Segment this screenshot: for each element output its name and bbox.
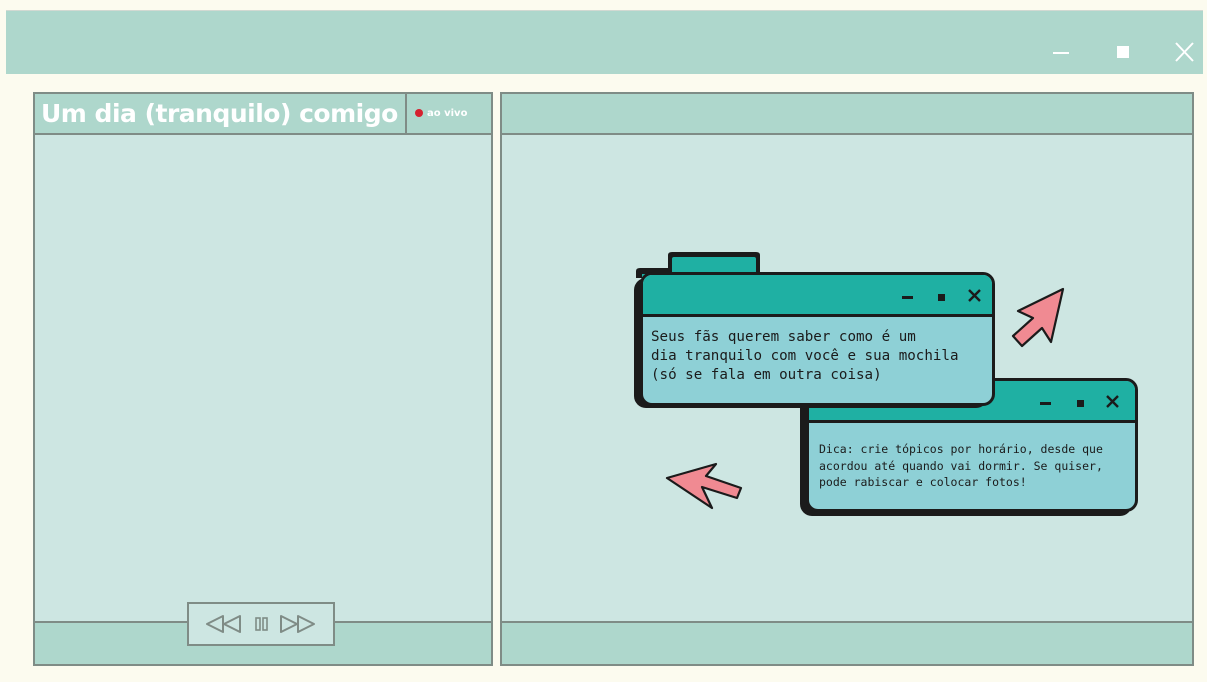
- arrow-cursor-icon: [665, 462, 743, 510]
- close-icon: [1175, 42, 1194, 62]
- main-minimize-button[interactable]: [901, 289, 915, 308]
- rewind-button[interactable]: [205, 614, 243, 638]
- main-popup-window: Seus fãs querem saber como é um dia tran…: [640, 272, 995, 406]
- live-badge: ao vivo: [415, 105, 467, 121]
- content-panel-footer: [502, 621, 1192, 664]
- minimize-icon: [902, 296, 913, 299]
- tip-minimize-button[interactable]: [1039, 395, 1053, 414]
- main-close-button[interactable]: [967, 288, 983, 308]
- stream-panel-header: Um dia (tranquilo) comigo ao vivo: [35, 94, 491, 135]
- tip-maximize-button[interactable]: [1074, 395, 1088, 414]
- player-controls: [187, 602, 335, 646]
- rewind-icon: [206, 615, 241, 633]
- close-icon: [1106, 395, 1119, 408]
- tip-popup-text: Dica: crie tópicos por horário, desde qu…: [819, 442, 1103, 489]
- close-button[interactable]: [1173, 41, 1197, 65]
- live-dot-icon: [415, 109, 423, 117]
- stream-panel: Um dia (tranquilo) comigo ao vivo: [33, 92, 493, 666]
- stream-title: Um dia (tranquilo) comigo: [41, 99, 398, 128]
- arrow-cursor-icon: [1011, 287, 1065, 348]
- close-icon: [968, 289, 981, 302]
- minimize-icon: [1040, 402, 1051, 405]
- window-titlebar: [6, 10, 1203, 74]
- pause-icon: [255, 617, 268, 631]
- tip-close-button[interactable]: [1105, 394, 1121, 414]
- maximize-icon: [938, 294, 945, 301]
- content-panel-header: [502, 94, 1192, 135]
- maximize-button[interactable]: [1112, 41, 1136, 65]
- main-popup-titlebar: [643, 275, 992, 317]
- main-maximize-button[interactable]: [935, 289, 949, 308]
- maximize-icon: [1077, 400, 1084, 407]
- main-popup-text: Seus fãs querem saber como é um dia tran…: [651, 329, 959, 383]
- pause-button[interactable]: [255, 614, 269, 638]
- minimize-button[interactable]: [1051, 41, 1075, 65]
- maximize-icon: [1117, 46, 1129, 58]
- header-divider: [405, 94, 407, 133]
- minimize-icon: [1053, 52, 1069, 54]
- live-label: ao vivo: [427, 107, 468, 119]
- fast-forward-icon: [280, 615, 315, 633]
- fast-forward-button[interactable]: [279, 614, 317, 638]
